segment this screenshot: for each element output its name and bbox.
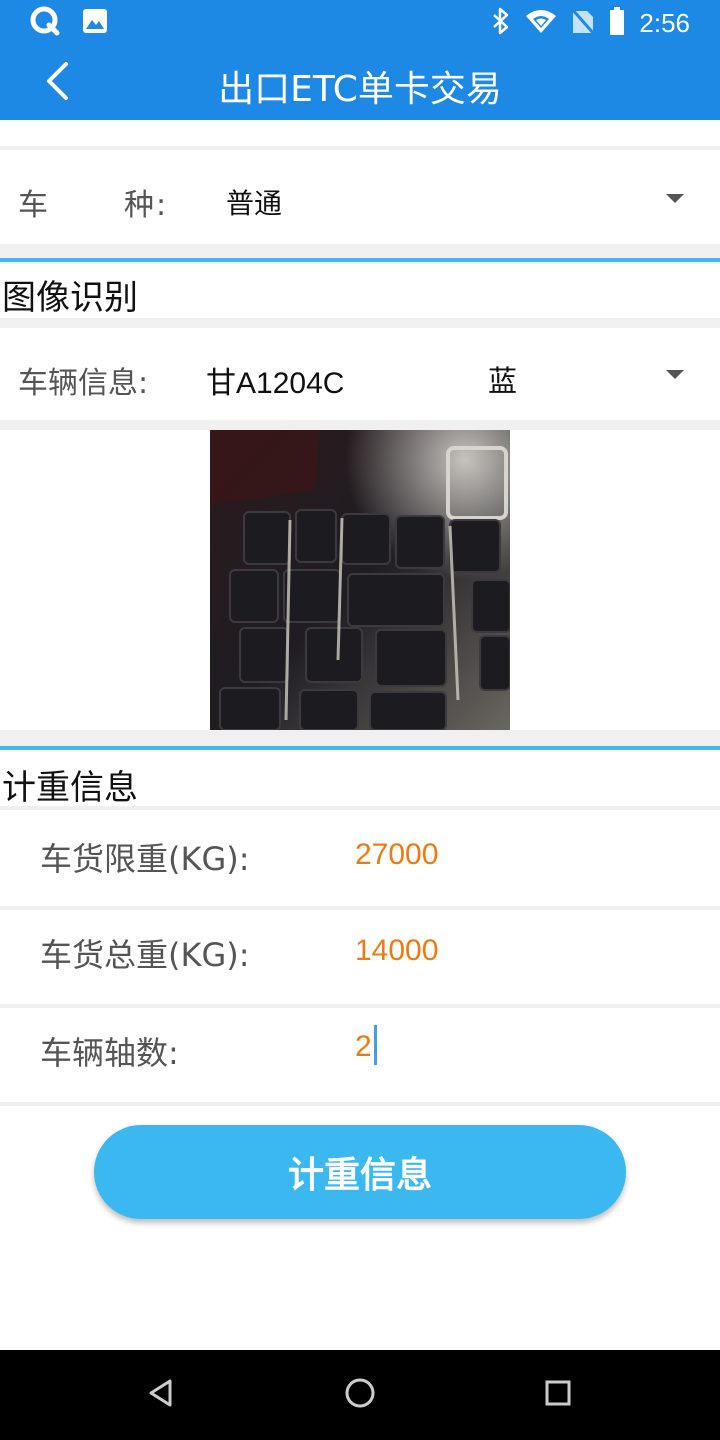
- axle-count-label: 车辆轴数:: [40, 1034, 179, 1072]
- gallery-icon: [82, 8, 108, 38]
- vehicle-type-select[interactable]: 车 种: 普通: [0, 150, 720, 244]
- back-triangle-icon: [146, 1378, 176, 1412]
- bluetooth-icon: [491, 7, 511, 39]
- divider: [0, 244, 720, 258]
- page-title: 出口ETC单卡交易: [218, 69, 502, 110]
- limit-weight-label: 车货限重(KG):: [40, 840, 250, 878]
- total-weight-row: 车货总重(KG): 14000: [0, 910, 720, 1004]
- vehicle-type-label-part1: 车: [18, 188, 50, 223]
- nav-back-button[interactable]: [140, 1374, 182, 1416]
- captured-vehicle-photo: [210, 430, 510, 730]
- axle-count-row: 车辆轴数: 2: [0, 1008, 720, 1102]
- quickq-app-icon: [30, 6, 60, 40]
- divider: [0, 420, 720, 430]
- vehicle-info-label: 车辆信息:: [18, 366, 149, 401]
- dropdown-arrow-icon[interactable]: [666, 370, 684, 379]
- total-weight-label: 车货总重(KG):: [40, 936, 250, 974]
- wifi-icon: [525, 8, 557, 38]
- status-time: 2:56: [639, 7, 690, 38]
- toolbar: 出口ETC单卡交易: [0, 46, 720, 120]
- system-nav-bar: [0, 1350, 720, 1440]
- weighing-header: 计重信息: [0, 750, 720, 808]
- nav-recents-button[interactable]: [537, 1374, 579, 1416]
- total-weight-input[interactable]: 14000: [355, 934, 438, 968]
- divider: [0, 318, 720, 328]
- plate-number: 甘A1204C: [206, 367, 345, 400]
- submit-weighing-button[interactable]: 计重信息: [94, 1125, 626, 1219]
- status-bar: 2:56: [0, 0, 720, 46]
- vehicle-type-label: 车 种:: [18, 180, 168, 224]
- section-title-image-recognition: 图像识别: [2, 278, 138, 318]
- plate-color: 蓝: [488, 364, 518, 398]
- no-sim-icon: [571, 7, 596, 39]
- text-cursor: [373, 1025, 377, 1066]
- dropdown-arrow-icon[interactable]: [666, 194, 684, 203]
- image-recognition-header: 图像识别: [0, 262, 720, 318]
- limit-weight-input[interactable]: 27000: [355, 838, 438, 872]
- recents-square-icon: [544, 1379, 572, 1411]
- battery-icon: [609, 7, 625, 39]
- vehicle-type-label-part2: 种:: [124, 188, 169, 223]
- limit-weight-row: 车货限重(KG): 27000: [0, 810, 720, 906]
- vehicle-type-value: 普通: [226, 187, 283, 220]
- axle-count-value: 2: [355, 1030, 372, 1063]
- home-circle-icon: [344, 1377, 376, 1413]
- axle-count-input[interactable]: 2: [355, 1025, 377, 1066]
- app-bar: 2:56 出口ETC单卡交易: [0, 0, 720, 120]
- divider: [0, 1102, 720, 1106]
- status-right-icons: 2:56: [491, 6, 690, 40]
- vehicle-info-select[interactable]: 车辆信息: 甘A1204C 蓝: [0, 328, 720, 420]
- section-title-weighing: 计重信息: [2, 768, 138, 808]
- status-left-icons: [30, 6, 108, 40]
- divider: [0, 730, 720, 746]
- nav-home-button[interactable]: [339, 1374, 381, 1416]
